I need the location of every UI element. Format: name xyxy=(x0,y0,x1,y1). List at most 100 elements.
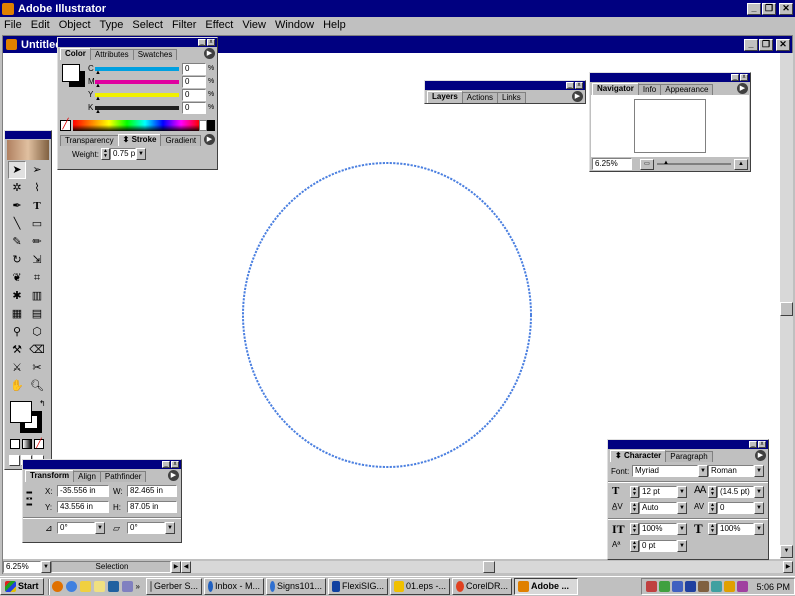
y-field[interactable]: 43.556 in xyxy=(57,501,109,513)
transform-palette-minimize[interactable]: _ xyxy=(162,461,170,468)
type-tool-icon[interactable]: T xyxy=(28,197,46,215)
transform-palette-menu-icon[interactable]: ▶ xyxy=(168,470,179,481)
layers-palette-minimize[interactable]: _ xyxy=(566,82,574,89)
direct-selection-tool-icon[interactable]: ➢ xyxy=(28,161,46,179)
vertical-scale-spinner[interactable]: ▲ ▼ xyxy=(630,523,639,535)
tracking-dropdown[interactable]: ▼ xyxy=(754,502,764,514)
slice-tool-icon[interactable]: ⚒ xyxy=(8,341,26,359)
rectangle-tool-icon[interactable]: ▭ xyxy=(28,215,46,233)
style-field[interactable]: Roman xyxy=(708,465,754,477)
tab-links[interactable]: Links xyxy=(497,92,526,103)
white-swatch[interactable] xyxy=(199,119,207,131)
symbol-sprayer-tool-icon[interactable]: ✱ xyxy=(8,287,26,305)
tab-color[interactable]: Color xyxy=(60,48,91,60)
taskbar-item-illustrator[interactable]: Adobe ... xyxy=(513,578,578,595)
scale-tool-icon[interactable]: ⇲ xyxy=(28,251,46,269)
black-swatch[interactable] xyxy=(207,119,215,131)
menu-filter[interactable]: Filter xyxy=(168,19,201,31)
menu-edit[interactable]: Edit xyxy=(27,19,55,31)
tray-icon-1[interactable] xyxy=(646,581,658,592)
tracking-spinner[interactable]: ▲ ▼ xyxy=(708,502,717,514)
taskbar-item-gerber[interactable]: Gerber S... xyxy=(145,578,202,595)
fill-swatch[interactable] xyxy=(10,401,32,423)
taskbar-item-eps[interactable]: 01.eps -... xyxy=(389,578,450,595)
slider-track-c[interactable]: ▲ xyxy=(95,66,179,76)
status-menu-arrow[interactable]: ▶ xyxy=(171,560,181,573)
taskbar-item-inbox[interactable]: Inbox - M... xyxy=(203,578,264,595)
tab-actions[interactable]: Actions xyxy=(461,92,499,103)
vertical-scale-field[interactable]: 100% xyxy=(639,523,677,535)
menu-help[interactable]: Help xyxy=(319,19,351,31)
slider-track-m[interactable]: ▲ xyxy=(95,79,179,89)
paintbrush-tool-icon[interactable]: ✎ xyxy=(8,233,26,251)
horizontal-scale-dropdown[interactable]: ▼ xyxy=(754,523,764,535)
scroll-right-arrow[interactable]: ▶ xyxy=(783,560,793,573)
venus-logo[interactable] xyxy=(7,140,49,160)
tab-swatches[interactable]: Swatches xyxy=(132,49,178,60)
character-palette-close[interactable]: x xyxy=(758,441,766,448)
rotate-field[interactable]: 0° xyxy=(57,522,95,534)
menu-object[interactable]: Object xyxy=(55,19,96,31)
pen-tool-icon[interactable]: ✒ xyxy=(8,197,26,215)
vertical-scrollbar[interactable]: ▼ xyxy=(780,53,793,559)
tab-gradient[interactable]: Gradient xyxy=(160,135,202,146)
font-size-field[interactable]: 12 pt xyxy=(639,486,677,498)
zoom-out-icon[interactable]: ▭ xyxy=(640,158,654,170)
font-size-spinner[interactable]: ▲ ▼ xyxy=(630,486,639,498)
baseline-shift-spinner[interactable]: ▲ ▼ xyxy=(630,540,639,552)
horizontal-scroll-thumb[interactable] xyxy=(483,560,495,573)
doc-minimize-button[interactable]: _ xyxy=(744,38,758,51)
none-mode-icon[interactable]: ╱ xyxy=(34,439,44,449)
color-fill-swatch[interactable] xyxy=(62,64,80,82)
media-icon[interactable] xyxy=(107,581,119,592)
character-palette-menu-icon[interactable]: ▶ xyxy=(755,450,766,461)
tab-pathfinder[interactable]: Pathfinder xyxy=(99,471,147,482)
rotate-dropdown[interactable]: ▼ xyxy=(95,522,105,534)
tab-transparency[interactable]: Transparency xyxy=(60,135,119,146)
vertical-scroll-thumb[interactable] xyxy=(780,302,793,316)
standard-screen-mode-icon[interactable] xyxy=(9,455,20,466)
tab-layers[interactable]: Layers xyxy=(427,91,463,103)
lasso-tool-icon[interactable]: ⌇ xyxy=(28,179,46,197)
layers-palette-menu-icon[interactable]: ▶ xyxy=(572,91,583,102)
slider-track-k[interactable]: ▲ xyxy=(95,105,179,115)
stroke-palette-menu-icon[interactable]: ▶ xyxy=(204,134,215,145)
leading-spinner[interactable]: ▲ ▼ xyxy=(708,486,717,498)
weight-dropdown[interactable]: ▼ xyxy=(135,148,146,160)
font-dropdown[interactable]: ▼ xyxy=(698,465,708,477)
tab-navigator[interactable]: Navigator xyxy=(592,83,639,95)
weight-field[interactable]: 0.75 p xyxy=(109,148,136,160)
navigator-palette-minimize[interactable]: _ xyxy=(731,74,739,81)
menu-window[interactable]: Window xyxy=(271,19,319,31)
tab-character[interactable]: ⬍ Character xyxy=(610,450,667,462)
slider-handle-c[interactable]: ▲ xyxy=(95,70,101,76)
magic-wand-tool-icon[interactable]: ✲ xyxy=(8,179,26,197)
navigator-zoom-slider[interactable]: ▲ xyxy=(657,160,731,166)
w-field[interactable]: 82.465 in xyxy=(127,485,177,497)
x-field[interactable]: -35.556 in xyxy=(57,485,109,497)
start-button[interactable]: Start xyxy=(0,578,44,595)
layers-palette-close[interactable]: x xyxy=(575,82,583,89)
rotate-tool-icon[interactable]: ↻ xyxy=(8,251,26,269)
leading-dropdown[interactable]: ▼ xyxy=(754,486,764,498)
app-restore-button[interactable]: ❐ xyxy=(762,2,776,15)
tray-icon-8[interactable] xyxy=(737,581,749,592)
slider-value-m[interactable]: 0 xyxy=(182,75,206,88)
scroll-down-arrow[interactable]: ▼ xyxy=(780,545,793,558)
blend-tool-icon[interactable]: ⬡ xyxy=(28,323,46,341)
slider-handle-k[interactable]: ▲ xyxy=(95,109,101,115)
transform-palette-close[interactable]: x xyxy=(171,461,179,468)
free-transform-tool-icon[interactable]: ⌗ xyxy=(28,269,46,287)
eraser-tool-icon[interactable]: ⌫ xyxy=(28,341,46,359)
tab-attributes[interactable]: Attributes xyxy=(89,49,134,60)
shear-field[interactable]: 0° xyxy=(127,522,165,534)
taskbar-item-signs101[interactable]: Signs101... xyxy=(265,578,326,595)
menu-type[interactable]: Type xyxy=(96,19,129,31)
color-spectrum-bar[interactable] xyxy=(73,119,199,131)
h-field[interactable]: 87.05 in xyxy=(127,501,177,513)
tab-align[interactable]: Align xyxy=(73,471,101,482)
slider-value-y[interactable]: 0 xyxy=(182,88,206,101)
tab-transform[interactable]: Transform xyxy=(25,470,75,482)
tray-icon-6[interactable] xyxy=(711,581,723,592)
font-field[interactable]: Myriad xyxy=(632,465,698,477)
